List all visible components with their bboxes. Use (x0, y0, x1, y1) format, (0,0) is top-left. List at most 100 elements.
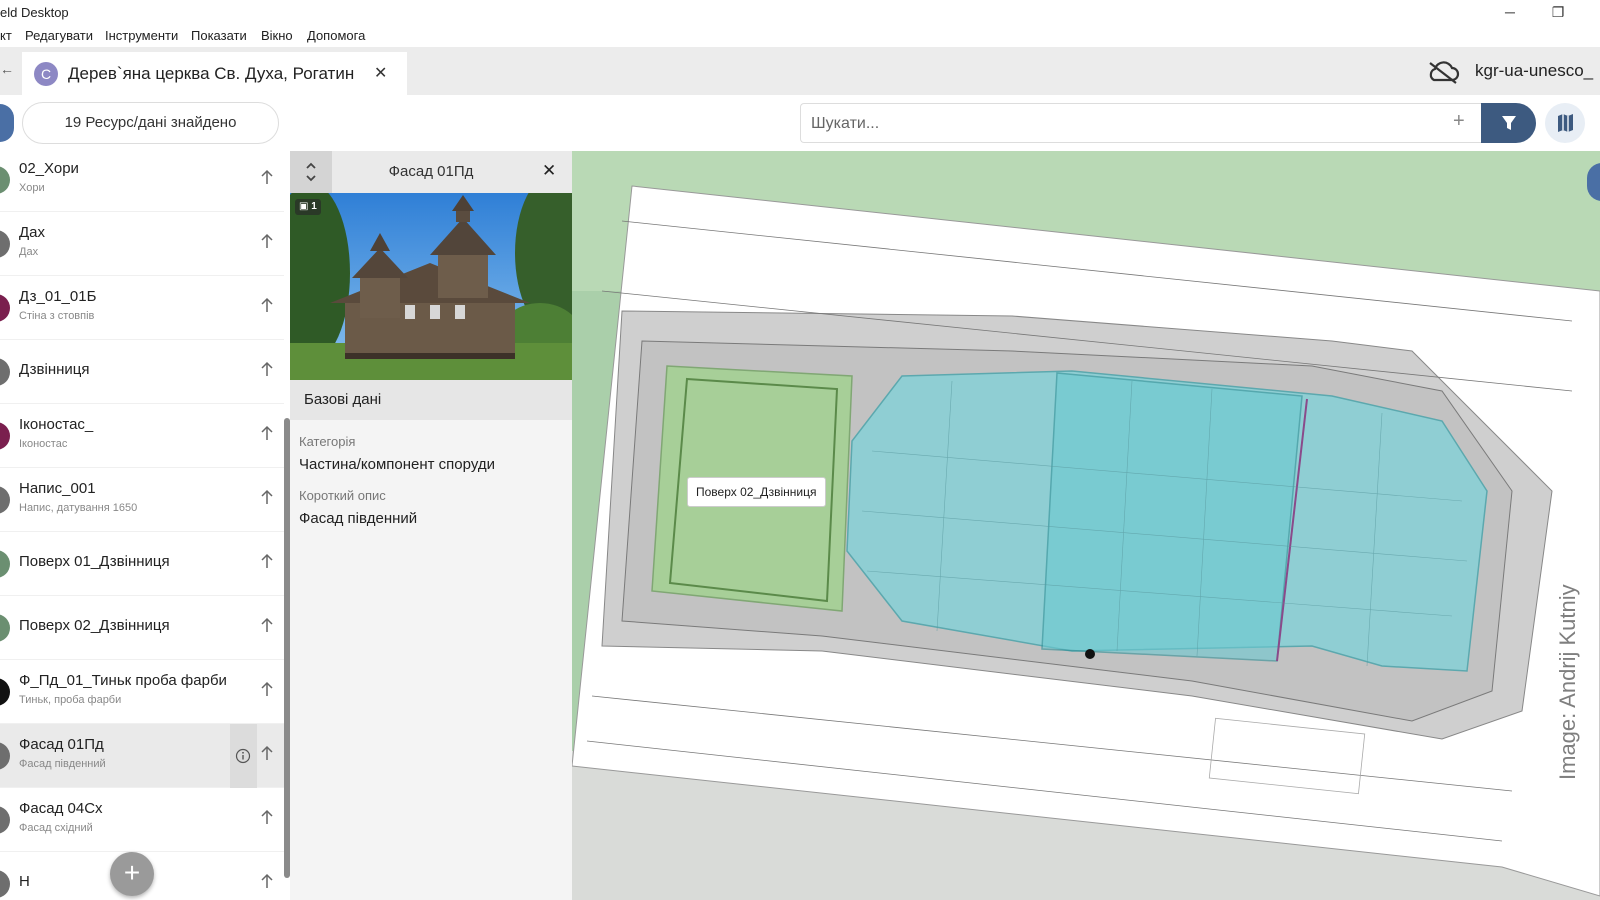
category-dot (0, 678, 10, 706)
resource-photo[interactable]: ▣ 1 (290, 193, 572, 380)
detail-panel: Фасад 01Пд ✕ ▣ 1 Базові дані Категорія Ч… (290, 151, 572, 900)
list-item[interactable]: Фасад 04Сх Фасад східний (0, 788, 284, 852)
arrow-up-icon[interactable] (260, 488, 274, 506)
plan-map (572, 151, 1600, 900)
app-title: eld Desktop (0, 5, 69, 20)
list-item-subtitle: Хори (19, 182, 45, 194)
list-item-title: Поверх 01_Дзвінниця (19, 553, 170, 570)
category-dot (0, 294, 10, 322)
info-icon (235, 748, 251, 764)
arrow-up-icon[interactable] (260, 232, 274, 250)
category-dot (0, 358, 10, 386)
list-item[interactable]: Напис_001 Напис, датування 1650 (0, 468, 284, 532)
detail-header: Фасад 01Пд ✕ (290, 151, 572, 193)
list-item[interactable]: Дах Дах (0, 212, 284, 276)
list-item-title: Дз_01_01Б (19, 288, 97, 305)
list-item[interactable]: Поверх 01_Дзвінниця (0, 532, 284, 596)
project-name[interactable]: kgr-ua-unesco_ (1475, 61, 1593, 81)
category-dot (0, 486, 10, 514)
resource-count-badge[interactable]: 19 Ресурс/дані знайдено (22, 102, 279, 144)
section-basic-data[interactable]: Базові дані (290, 380, 572, 420)
arrow-up-icon[interactable] (260, 808, 274, 826)
menu-window[interactable]: Вікно (261, 28, 293, 43)
list-item[interactable]: Дз_01_01Б Стіна з стовпів (0, 276, 284, 340)
tab-title: Дерев`яна церква Св. Духа, Рогатин (68, 64, 355, 83)
collapse-button[interactable] (290, 151, 332, 193)
list-item-subtitle: Тиньк, проба фарби (19, 694, 122, 706)
menu-bar: кт Редагувати Інструменти Показати Вікно… (0, 25, 1600, 47)
minimize-icon[interactable]: ─ (1500, 2, 1520, 22)
list-item-subtitle: Фасад східний (19, 822, 93, 834)
list-item-title: Іконостас_ (19, 416, 94, 433)
arrow-up-icon[interactable] (260, 744, 274, 762)
list-item-subtitle: Іконостас (19, 438, 68, 450)
close-tab-icon[interactable]: ✕ (374, 63, 387, 83)
list-item-subtitle: Фасад південний (19, 758, 106, 770)
arrow-up-icon[interactable] (260, 552, 274, 570)
back-icon[interactable]: ← (0, 61, 14, 77)
sidebar-toggle-button[interactable] (0, 104, 14, 142)
close-detail-icon[interactable]: ✕ (542, 161, 556, 181)
list-item[interactable]: 02_Хори Хори (0, 151, 284, 212)
arrow-up-icon[interactable] (260, 424, 274, 442)
category-dot (0, 742, 10, 770)
toolbar: 19 Ресурс/дані знайдено + (0, 95, 1600, 151)
list-item-subtitle: Стіна з стовпів (19, 310, 95, 322)
project-avatar: C (34, 62, 58, 86)
list-item-title: Н (19, 873, 30, 890)
list-item[interactable]: Фасад 01Пд Фасад південний (0, 724, 284, 788)
title-bar: eld Desktop ─ ❐ (0, 0, 1600, 25)
menu-view[interactable]: Показати (191, 28, 247, 43)
list-item-title: Дах (19, 224, 46, 241)
menu-project[interactable]: кт (0, 28, 12, 43)
list-item-title: Фасад 04Сх (19, 800, 103, 817)
list-item-title: Напис_001 (19, 480, 96, 497)
unfold-icon (306, 162, 316, 182)
search-input[interactable] (811, 112, 1411, 136)
list-item-title: Фасад 01Пд (19, 736, 104, 753)
image-credit: Image: Andrij Kutniy (1555, 584, 1580, 780)
category-dot (0, 550, 10, 578)
list-item[interactable]: Дзвінниця (0, 340, 284, 404)
add-filter-icon[interactable]: + (1453, 110, 1465, 133)
category-dot (0, 166, 10, 194)
add-resource-button[interactable]: + (110, 852, 154, 896)
cloud-off-icon[interactable] (1426, 60, 1460, 84)
list-item-title: Ф_Пд_01_Тиньк проба фарби (19, 672, 227, 689)
arrow-up-icon[interactable] (260, 360, 274, 378)
church-photo (290, 193, 572, 380)
list-item[interactable]: Ф_Пд_01_Тиньк проба фарби Тиньк, проба фа… (0, 660, 284, 724)
category-label: Категорія (299, 434, 356, 449)
resource-list: 02_Хори Хори Дах Дах Дз_01_01Б Стіна з стовпі… (0, 151, 284, 900)
list-item-title: 02_Хори (19, 160, 79, 177)
project-tab[interactable]: C Дерев`яна церква Св. Духа, Рогатин ✕ (22, 52, 407, 95)
menu-tools[interactable]: Інструменти (105, 28, 178, 43)
list-item-title: Поверх 02_Дзвінниця (19, 617, 170, 634)
list-item[interactable]: Іконостас_ Іконостас (0, 404, 284, 468)
map-icon (1558, 114, 1573, 132)
map-view[interactable] (572, 151, 1600, 900)
category-dot (0, 422, 10, 450)
filter-button[interactable] (1481, 103, 1536, 143)
menu-edit[interactable]: Редагувати (25, 28, 93, 43)
detail-title: Фасад 01Пд (388, 163, 474, 180)
arrow-up-icon[interactable] (260, 680, 274, 698)
search-box: + (800, 103, 1483, 143)
map-tooltip: Поверх 02_Дзвінниця (687, 477, 826, 507)
info-button[interactable] (230, 724, 257, 788)
category-dot (0, 230, 10, 258)
category-dot (0, 806, 10, 834)
arrow-up-icon[interactable] (260, 872, 274, 890)
list-item[interactable]: Поверх 02_Дзвінниця (0, 596, 284, 660)
image-count-badge: ▣ 1 (295, 199, 321, 215)
map-toggle-button[interactable] (1545, 103, 1585, 143)
arrow-up-icon[interactable] (260, 296, 274, 314)
arrow-up-icon[interactable] (260, 616, 274, 634)
arrow-up-icon[interactable] (260, 168, 274, 186)
category-dot (0, 870, 10, 898)
menu-help[interactable]: Допомога (307, 28, 365, 43)
restore-icon[interactable]: ❐ (1548, 2, 1568, 22)
list-item-title: Дзвінниця (19, 361, 90, 378)
category-dot (0, 614, 10, 642)
tab-bar: ← C Дерев`яна церква Св. Духа, Рогатин ✕… (0, 47, 1600, 95)
